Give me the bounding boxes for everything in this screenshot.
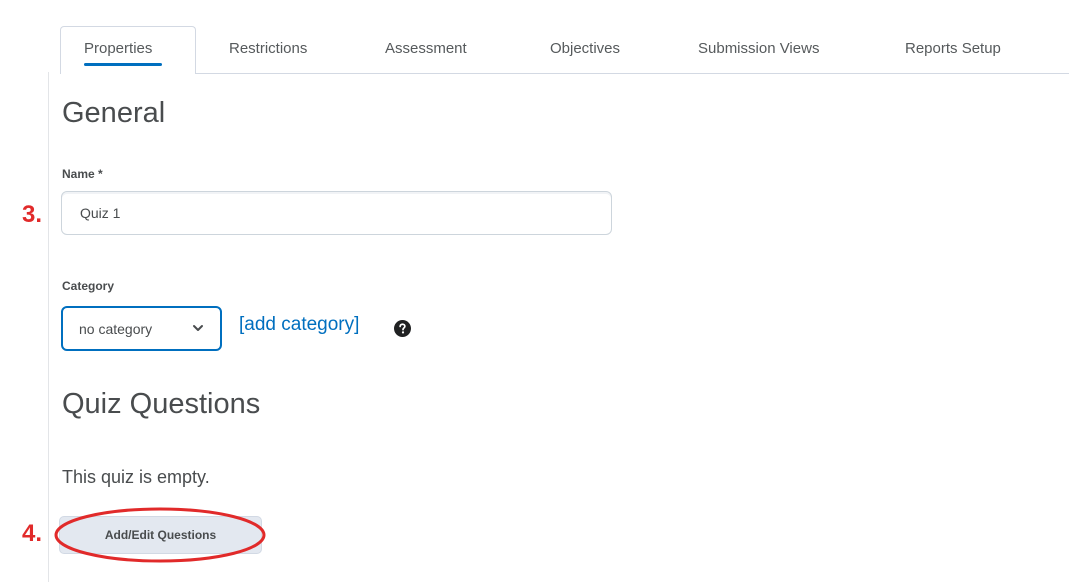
step-3-annotation: 3. [22, 201, 43, 228]
category-select[interactable]: no category [61, 306, 222, 351]
add-category-link[interactable]: [add category] [239, 314, 359, 336]
tab-bar: Properties Restrictions Assessment Objec… [60, 26, 1069, 74]
step-4-annotation: 4. [22, 520, 43, 547]
active-tab-indicator [84, 63, 162, 66]
tab-assessment[interactable]: Assessment [385, 40, 467, 57]
name-input[interactable] [61, 191, 612, 235]
quiz-empty-message: This quiz is empty. [62, 467, 210, 487]
quiz-editor-page: Properties Restrictions Assessment Objec… [0, 0, 1069, 582]
name-label: Name * [62, 167, 103, 181]
content-left-rule [48, 72, 49, 582]
tab-submission-views[interactable]: Submission Views [698, 40, 819, 57]
tab-bar-divider [196, 73, 1069, 74]
add-edit-questions-button[interactable]: Add/Edit Questions [59, 516, 262, 554]
general-heading: General [62, 97, 166, 129]
category-selected-value: no category [79, 320, 153, 337]
tab-reports-setup[interactable]: Reports Setup [905, 40, 1001, 57]
tab-properties[interactable]: Properties [84, 40, 152, 57]
quiz-questions-heading: Quiz Questions [62, 388, 261, 420]
tab-objectives[interactable]: Objectives [550, 40, 620, 57]
help-circle-icon[interactable] [394, 320, 411, 337]
tab-restrictions[interactable]: Restrictions [229, 40, 307, 57]
category-label: Category [62, 279, 115, 293]
chevron-down-icon [193, 325, 203, 331]
